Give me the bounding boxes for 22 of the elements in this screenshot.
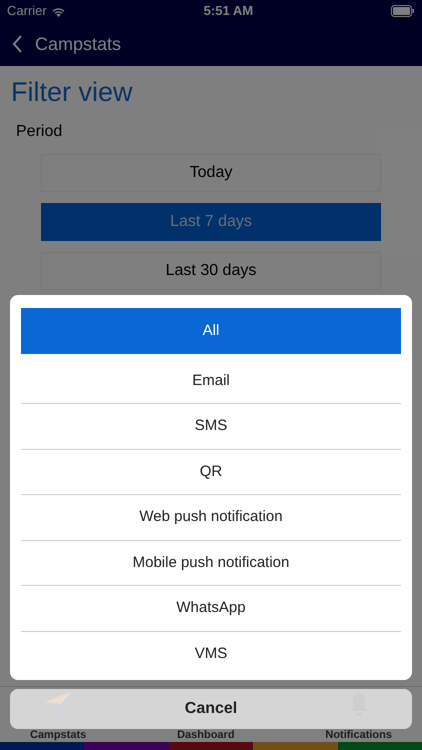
back-icon bbox=[12, 35, 23, 53]
battery-icon bbox=[390, 5, 415, 17]
sheet-option[interactable]: Email bbox=[21, 358, 401, 404]
sheet-option[interactable]: SMS bbox=[21, 404, 401, 450]
wifi-icon bbox=[50, 6, 66, 16]
period-option[interactable]: Last 30 days bbox=[41, 252, 381, 290]
carrier-label: Carrier bbox=[7, 2, 47, 20]
tab-item[interactable]: Campstats bbox=[30, 728, 86, 742]
page-title: Filter view bbox=[10, 76, 134, 108]
back-button[interactable]: Campstats bbox=[12, 30, 122, 58]
sheet-option[interactable]: Web push notification bbox=[21, 495, 401, 540]
sheet-option[interactable]: QR bbox=[21, 450, 401, 495]
period-option[interactable]: Today bbox=[41, 154, 381, 192]
sheet-option[interactable]: WhatsApp bbox=[21, 586, 401, 632]
section-label: Period bbox=[15, 122, 64, 142]
sheet-option[interactable]: All bbox=[21, 308, 401, 354]
tab-item[interactable]: Dashboard bbox=[177, 728, 235, 742]
sheet-option[interactable]: Mobile push notification bbox=[21, 540, 401, 586]
cancel-button[interactable]: Cancel bbox=[10, 689, 412, 729]
clock-time: 5:51 AM bbox=[204, 2, 254, 20]
sheet-option[interactable]: VMS bbox=[21, 632, 401, 677]
tab-item[interactable]: Notifications bbox=[325, 728, 392, 742]
